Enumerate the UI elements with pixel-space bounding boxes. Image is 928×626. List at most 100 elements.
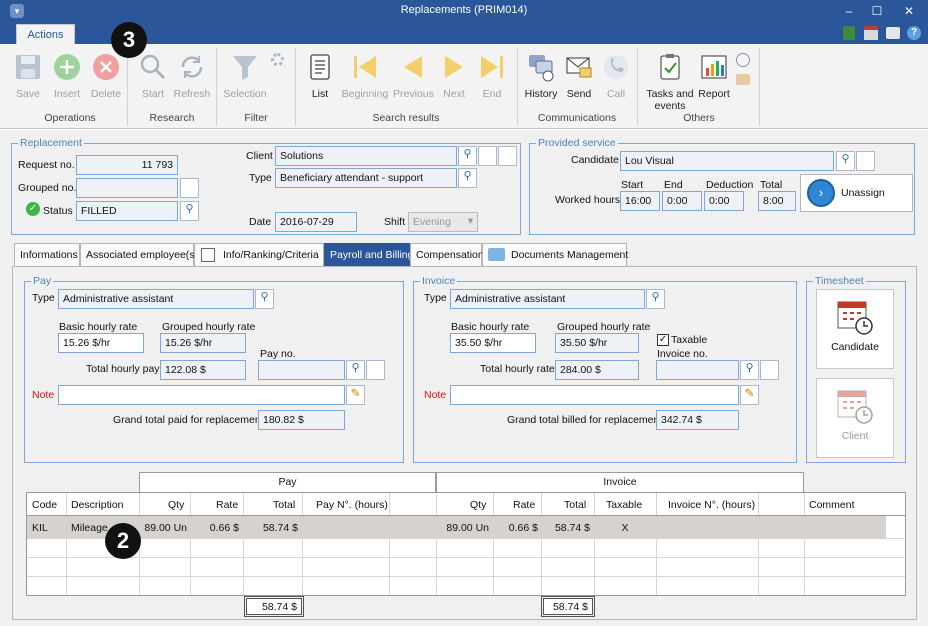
total-hourly-pay-field[interactable]: 122.08 $ <box>160 360 246 380</box>
tab-actions[interactable]: Actions <box>16 24 75 45</box>
deduction-field[interactable]: 0:00 <box>704 191 744 211</box>
pay-note-field[interactable] <box>58 385 345 405</box>
history-button[interactable]: History <box>522 52 560 100</box>
list-button[interactable]: List <box>304 52 336 100</box>
tab-compensation[interactable]: Compensation <box>410 243 484 266</box>
start-time-field[interactable]: 16:00 <box>620 191 660 211</box>
previous-button[interactable]: Previous <box>393 52 434 100</box>
tab-info-ranking[interactable]: Info/Ranking/Criteria <box>194 243 324 266</box>
type-search-icon[interactable]: ⚲ <box>458 168 477 188</box>
report-button[interactable]: Report <box>696 52 732 100</box>
col-invoice-no[interactable]: Invoice N°. (hours) <box>668 499 755 511</box>
call-button[interactable]: Call <box>600 52 632 100</box>
calendar-clock-icon <box>837 390 873 424</box>
col-code[interactable]: Code <box>32 499 57 511</box>
invoice-type-search-icon[interactable]: ⚲ <box>646 289 665 309</box>
client-search-icon[interactable]: ⚲ <box>458 146 477 166</box>
end-time-field[interactable]: 0:00 <box>662 191 702 211</box>
lock-icon[interactable] <box>886 27 900 39</box>
invoice-no-folder-icon[interactable] <box>760 360 779 380</box>
delete-button[interactable]: Delete <box>88 52 124 100</box>
total-hours-field[interactable]: 8:00 <box>758 191 796 211</box>
invoice-no-field[interactable] <box>656 360 739 380</box>
first-record-icon <box>354 56 376 78</box>
status-search-icon[interactable]: ⚲ <box>180 201 199 221</box>
invoice-basic-rate-field[interactable]: 35.50 $/hr <box>450 333 536 353</box>
tab-payroll-billing[interactable]: Payroll and Billing <box>324 243 413 266</box>
save-button[interactable]: Save <box>12 52 44 100</box>
invoice-note-field[interactable] <box>450 385 739 405</box>
calendar-icon[interactable] <box>864 26 878 40</box>
col-comment[interactable]: Comment <box>809 499 855 511</box>
status-field[interactable]: FILLED <box>76 201 178 221</box>
invoice-type-field[interactable]: Administrative assistant <box>450 289 645 309</box>
candidate-field[interactable]: Lou Visual <box>620 151 834 171</box>
next-button[interactable]: Next <box>437 52 471 100</box>
type-field[interactable]: Beneficiary attendant - support <box>275 168 457 188</box>
col-pay-rate[interactable]: Rate <box>216 499 238 511</box>
invoice-note-edit-icon[interactable]: ✎ <box>740 385 759 405</box>
pay-type-search-icon[interactable]: ⚲ <box>255 289 274 309</box>
candidate-folder-icon[interactable] <box>856 151 875 171</box>
pay-note-edit-icon[interactable]: ✎ <box>346 385 365 405</box>
beginning-button[interactable]: Beginning <box>339 52 391 100</box>
invoice-no-search-icon[interactable]: ⚲ <box>740 360 759 380</box>
tasks-events-button[interactable]: Tasks and events <box>644 52 696 112</box>
close-button[interactable]: ✕ <box>894 2 924 20</box>
refresh-button[interactable]: Refresh <box>172 52 212 100</box>
col-description[interactable]: Description <box>71 499 124 511</box>
tab-associated-employees[interactable]: Associated employee(s) <box>80 243 198 266</box>
clock-icon[interactable] <box>736 53 750 67</box>
client-map-pin-icon[interactable] <box>498 146 517 166</box>
pay-no-field[interactable] <box>258 360 345 380</box>
grand-total-billed-field[interactable]: 342.74 $ <box>656 410 739 430</box>
col-pay-no[interactable]: Pay N°. (hours) <box>316 499 388 511</box>
pay-type-label: Type <box>32 292 55 304</box>
tab-documents[interactable]: Documents Management <box>482 243 628 266</box>
end-button[interactable]: End <box>475 52 509 100</box>
col-invoice-rate[interactable]: Rate <box>513 499 535 511</box>
selection-button[interactable]: Selection <box>222 52 268 100</box>
invoice-grouped-rate-field[interactable]: 35.50 $/hr <box>555 333 639 353</box>
grand-total-paid-field[interactable]: 180.82 $ <box>258 410 345 430</box>
client-field[interactable]: Solutions <box>275 146 457 166</box>
minimize-button[interactable]: – <box>834 2 864 20</box>
gear-icon[interactable] <box>271 53 284 66</box>
unassign-button[interactable]: › Unassign <box>800 174 913 212</box>
pay-no-folder-icon[interactable] <box>366 360 385 380</box>
tab-informations[interactable]: Informations <box>14 243 80 266</box>
col-pay-qty[interactable]: Qty <box>168 499 184 511</box>
grouped-folder-search-icon[interactable] <box>180 178 199 198</box>
taxable-checkbox[interactable]: ✓ <box>657 334 669 346</box>
calculator-icon[interactable] <box>843 26 855 40</box>
client-folder-icon[interactable] <box>478 146 497 166</box>
request-no-field[interactable]: 11 793 <box>76 155 178 175</box>
shift-select[interactable]: Evening ▾ <box>408 212 478 232</box>
pay-no-search-icon[interactable]: ⚲ <box>346 360 365 380</box>
col-pay-total[interactable]: Total <box>273 499 295 511</box>
pay-grouped-rate-field[interactable]: 15.26 $/hr <box>160 333 246 353</box>
shift-value: Evening <box>413 216 451 228</box>
timesheet-client-button[interactable]: Client <box>816 378 894 458</box>
maximize-button[interactable]: ☐ <box>862 2 892 20</box>
group-communications: Communications <box>537 112 617 124</box>
send-button[interactable]: Send <box>563 52 595 100</box>
pay-basic-rate-field[interactable]: 15.26 $/hr <box>58 333 144 353</box>
total-hourly-rate-field[interactable]: 284.00 $ <box>555 360 639 380</box>
col-taxable[interactable]: Taxable <box>606 499 642 511</box>
grouped-no-field[interactable] <box>76 178 178 198</box>
pay-type-field[interactable]: Administrative assistant <box>58 289 254 309</box>
start-button[interactable]: Start <box>136 52 170 100</box>
grid-invoice-group-header: Invoice <box>436 472 804 493</box>
col-invoice-qty[interactable]: Qty <box>470 499 486 511</box>
previous-icon <box>404 56 422 78</box>
candidate-search-icon[interactable]: ⚲ <box>836 151 855 171</box>
help-icon[interactable]: ? <box>907 26 921 40</box>
timesheet-candidate-button[interactable]: Candidate <box>816 289 894 369</box>
col-invoice-total[interactable]: Total <box>564 499 586 511</box>
insert-button[interactable]: Insert <box>48 52 86 100</box>
inbox-icon[interactable] <box>736 74 750 85</box>
date-field[interactable]: 2016-07-29 <box>275 212 357 232</box>
chevron-down-icon: ▾ <box>467 215 473 227</box>
invoice-grouped-rate-label: Grouped hourly rate <box>557 321 651 333</box>
